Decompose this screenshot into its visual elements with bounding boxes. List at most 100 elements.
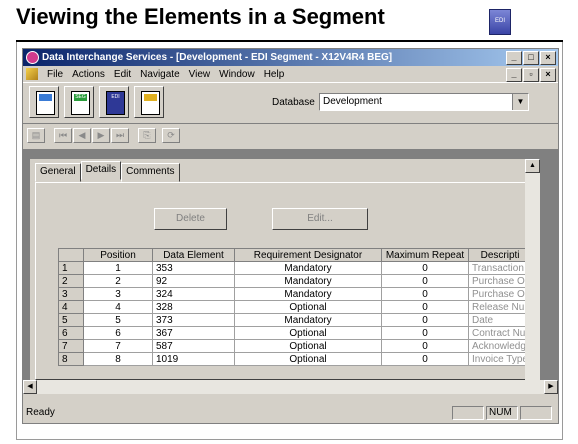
table-row[interactable]: 7 7 587 Optional 0 Acknowledg: [58, 339, 533, 353]
data-element-cell[interactable]: 324: [152, 287, 235, 301]
table-row[interactable]: 3 3 324 Mandatory 0 Purchase Or: [58, 287, 533, 301]
segment-document-icon: SEG: [71, 91, 90, 115]
description-cell[interactable]: Purchase Or: [467, 287, 533, 301]
chevron-down-icon[interactable]: ▼: [512, 94, 528, 110]
data-element-cell[interactable]: 1019: [152, 352, 235, 366]
data-element-cell[interactable]: 353: [152, 261, 235, 275]
position-cell[interactable]: 5: [83, 313, 153, 327]
data-element-cell[interactable]: 328: [152, 300, 235, 314]
database-select[interactable]: Development ▼: [319, 93, 529, 111]
table-row[interactable]: 4 4 328 Optional 0 Release Nu: [58, 300, 533, 314]
menu-help[interactable]: Help: [264, 69, 285, 80]
position-cell[interactable]: 3: [83, 287, 153, 301]
position-cell[interactable]: 8: [83, 352, 153, 366]
menu-file[interactable]: File: [47, 69, 63, 80]
menu-window[interactable]: Window: [219, 69, 255, 80]
tab-general[interactable]: General: [35, 163, 81, 182]
table-row[interactable]: 6 6 367 Optional 0 Contract Nu: [58, 326, 533, 340]
data-element-cell[interactable]: 373: [152, 313, 235, 327]
minimize-button[interactable]: _: [506, 51, 522, 65]
copy-icon[interactable]: ⎘: [138, 128, 156, 143]
scroll-right-icon[interactable]: ▶: [544, 380, 558, 394]
segment-button[interactable]: SEG: [64, 86, 94, 118]
scroll-left-icon[interactable]: ◀: [23, 380, 37, 394]
menu-edit[interactable]: Edit: [114, 69, 131, 80]
report-button[interactable]: [134, 86, 164, 118]
horizontal-scrollbar[interactable]: ◀ ▶: [23, 380, 558, 394]
column-header[interactable]: Requirement Designator: [234, 248, 382, 262]
max-repeat-cell[interactable]: 0: [381, 313, 469, 327]
description-cell[interactable]: Purchase Or: [467, 274, 533, 288]
maximize-button[interactable]: □: [523, 51, 539, 65]
row-header: 7: [58, 339, 84, 353]
max-repeat-cell[interactable]: 0: [381, 352, 469, 366]
document-pencil-icon[interactable]: [26, 68, 38, 80]
vertical-scrollbar[interactable]: ▲: [525, 159, 540, 389]
description-cell[interactable]: Acknowledg: [467, 339, 533, 353]
tab-details[interactable]: Details: [80, 161, 122, 180]
tab-comments[interactable]: Comments: [121, 163, 180, 182]
requirement-cell[interactable]: Mandatory: [234, 313, 382, 327]
menu-actions[interactable]: Actions: [72, 69, 105, 80]
position-cell[interactable]: 7: [83, 339, 153, 353]
new-document-button[interactable]: [29, 86, 59, 118]
requirement-cell[interactable]: Optional: [234, 326, 382, 340]
description-cell[interactable]: Invoice Type: [467, 352, 533, 366]
description-cell[interactable]: Release Nu: [467, 300, 533, 314]
delete-button[interactable]: Delete: [154, 208, 227, 230]
data-element-cell[interactable]: 92: [152, 274, 235, 288]
data-element-cell[interactable]: 367: [152, 326, 235, 340]
position-cell[interactable]: 2: [83, 274, 153, 288]
requirement-cell[interactable]: Mandatory: [234, 287, 382, 301]
position-cell[interactable]: 4: [83, 300, 153, 314]
edi-standard-button[interactable]: EDI: [99, 86, 129, 118]
requirement-cell[interactable]: Optional: [234, 300, 382, 314]
max-repeat-cell[interactable]: 0: [381, 300, 469, 314]
column-header[interactable]: Position: [83, 248, 153, 262]
requirement-cell[interactable]: Optional: [234, 339, 382, 353]
data-element-cell[interactable]: 587: [152, 339, 235, 353]
table-row[interactable]: 2 2 92 Mandatory 0 Purchase Or: [58, 274, 533, 288]
close-button[interactable]: ×: [540, 51, 556, 65]
description-cell[interactable]: Contract Nu: [467, 326, 533, 340]
menubar: File Actions Edit Navigate View Window H…: [23, 66, 558, 82]
child-close-button[interactable]: ×: [540, 68, 556, 82]
max-repeat-cell[interactable]: 0: [381, 339, 469, 353]
description-cell[interactable]: Transaction: [467, 261, 533, 275]
refresh-icon[interactable]: ⟳: [162, 128, 180, 143]
position-cell[interactable]: 1: [83, 261, 153, 275]
table-row[interactable]: 1 1 353 Mandatory 0 Transaction: [58, 261, 533, 275]
row-header: 3: [58, 287, 84, 301]
max-repeat-cell[interactable]: 0: [381, 274, 469, 288]
new-document-icon: [36, 91, 55, 115]
first-record-icon[interactable]: ⏮: [54, 128, 72, 143]
previous-record-icon[interactable]: ◀: [73, 128, 91, 143]
requirement-cell[interactable]: Mandatory: [234, 274, 382, 288]
table-row[interactable]: 5 5 373 Mandatory 0 Date: [58, 313, 533, 327]
num-lock-indicator: NUM: [486, 406, 518, 420]
edit-button[interactable]: Edit...: [272, 208, 368, 230]
child-restore-button[interactable]: ▫: [523, 68, 539, 82]
last-record-icon[interactable]: ⏭: [111, 128, 129, 143]
column-header[interactable]: Descripti: [467, 248, 533, 262]
max-repeat-cell[interactable]: 0: [381, 287, 469, 301]
folder-icon[interactable]: ▤: [27, 128, 45, 143]
next-record-icon[interactable]: ▶: [92, 128, 110, 143]
menu-navigate[interactable]: Navigate: [140, 69, 179, 80]
window-titlebar[interactable]: Data Interchange Services - [Development…: [23, 49, 558, 66]
description-cell[interactable]: Date: [467, 313, 533, 327]
column-header[interactable]: Maximum Repeat: [381, 248, 469, 262]
requirement-cell[interactable]: Mandatory: [234, 261, 382, 275]
table-row[interactable]: 8 8 1019 Optional 0 Invoice Type: [58, 352, 533, 366]
child-minimize-button[interactable]: _: [506, 68, 522, 82]
requirement-cell[interactable]: Optional: [234, 352, 382, 366]
max-repeat-cell[interactable]: 0: [381, 261, 469, 275]
max-repeat-cell[interactable]: 0: [381, 326, 469, 340]
menu-view[interactable]: View: [189, 69, 211, 80]
slide-title: Viewing the Elements in a Segment: [16, 4, 385, 29]
corner-header: [58, 248, 84, 262]
column-header[interactable]: Data Element: [152, 248, 235, 262]
scroll-up-icon[interactable]: ▲: [525, 159, 540, 173]
resize-grip-icon[interactable]: [520, 406, 552, 420]
position-cell[interactable]: 6: [83, 326, 153, 340]
